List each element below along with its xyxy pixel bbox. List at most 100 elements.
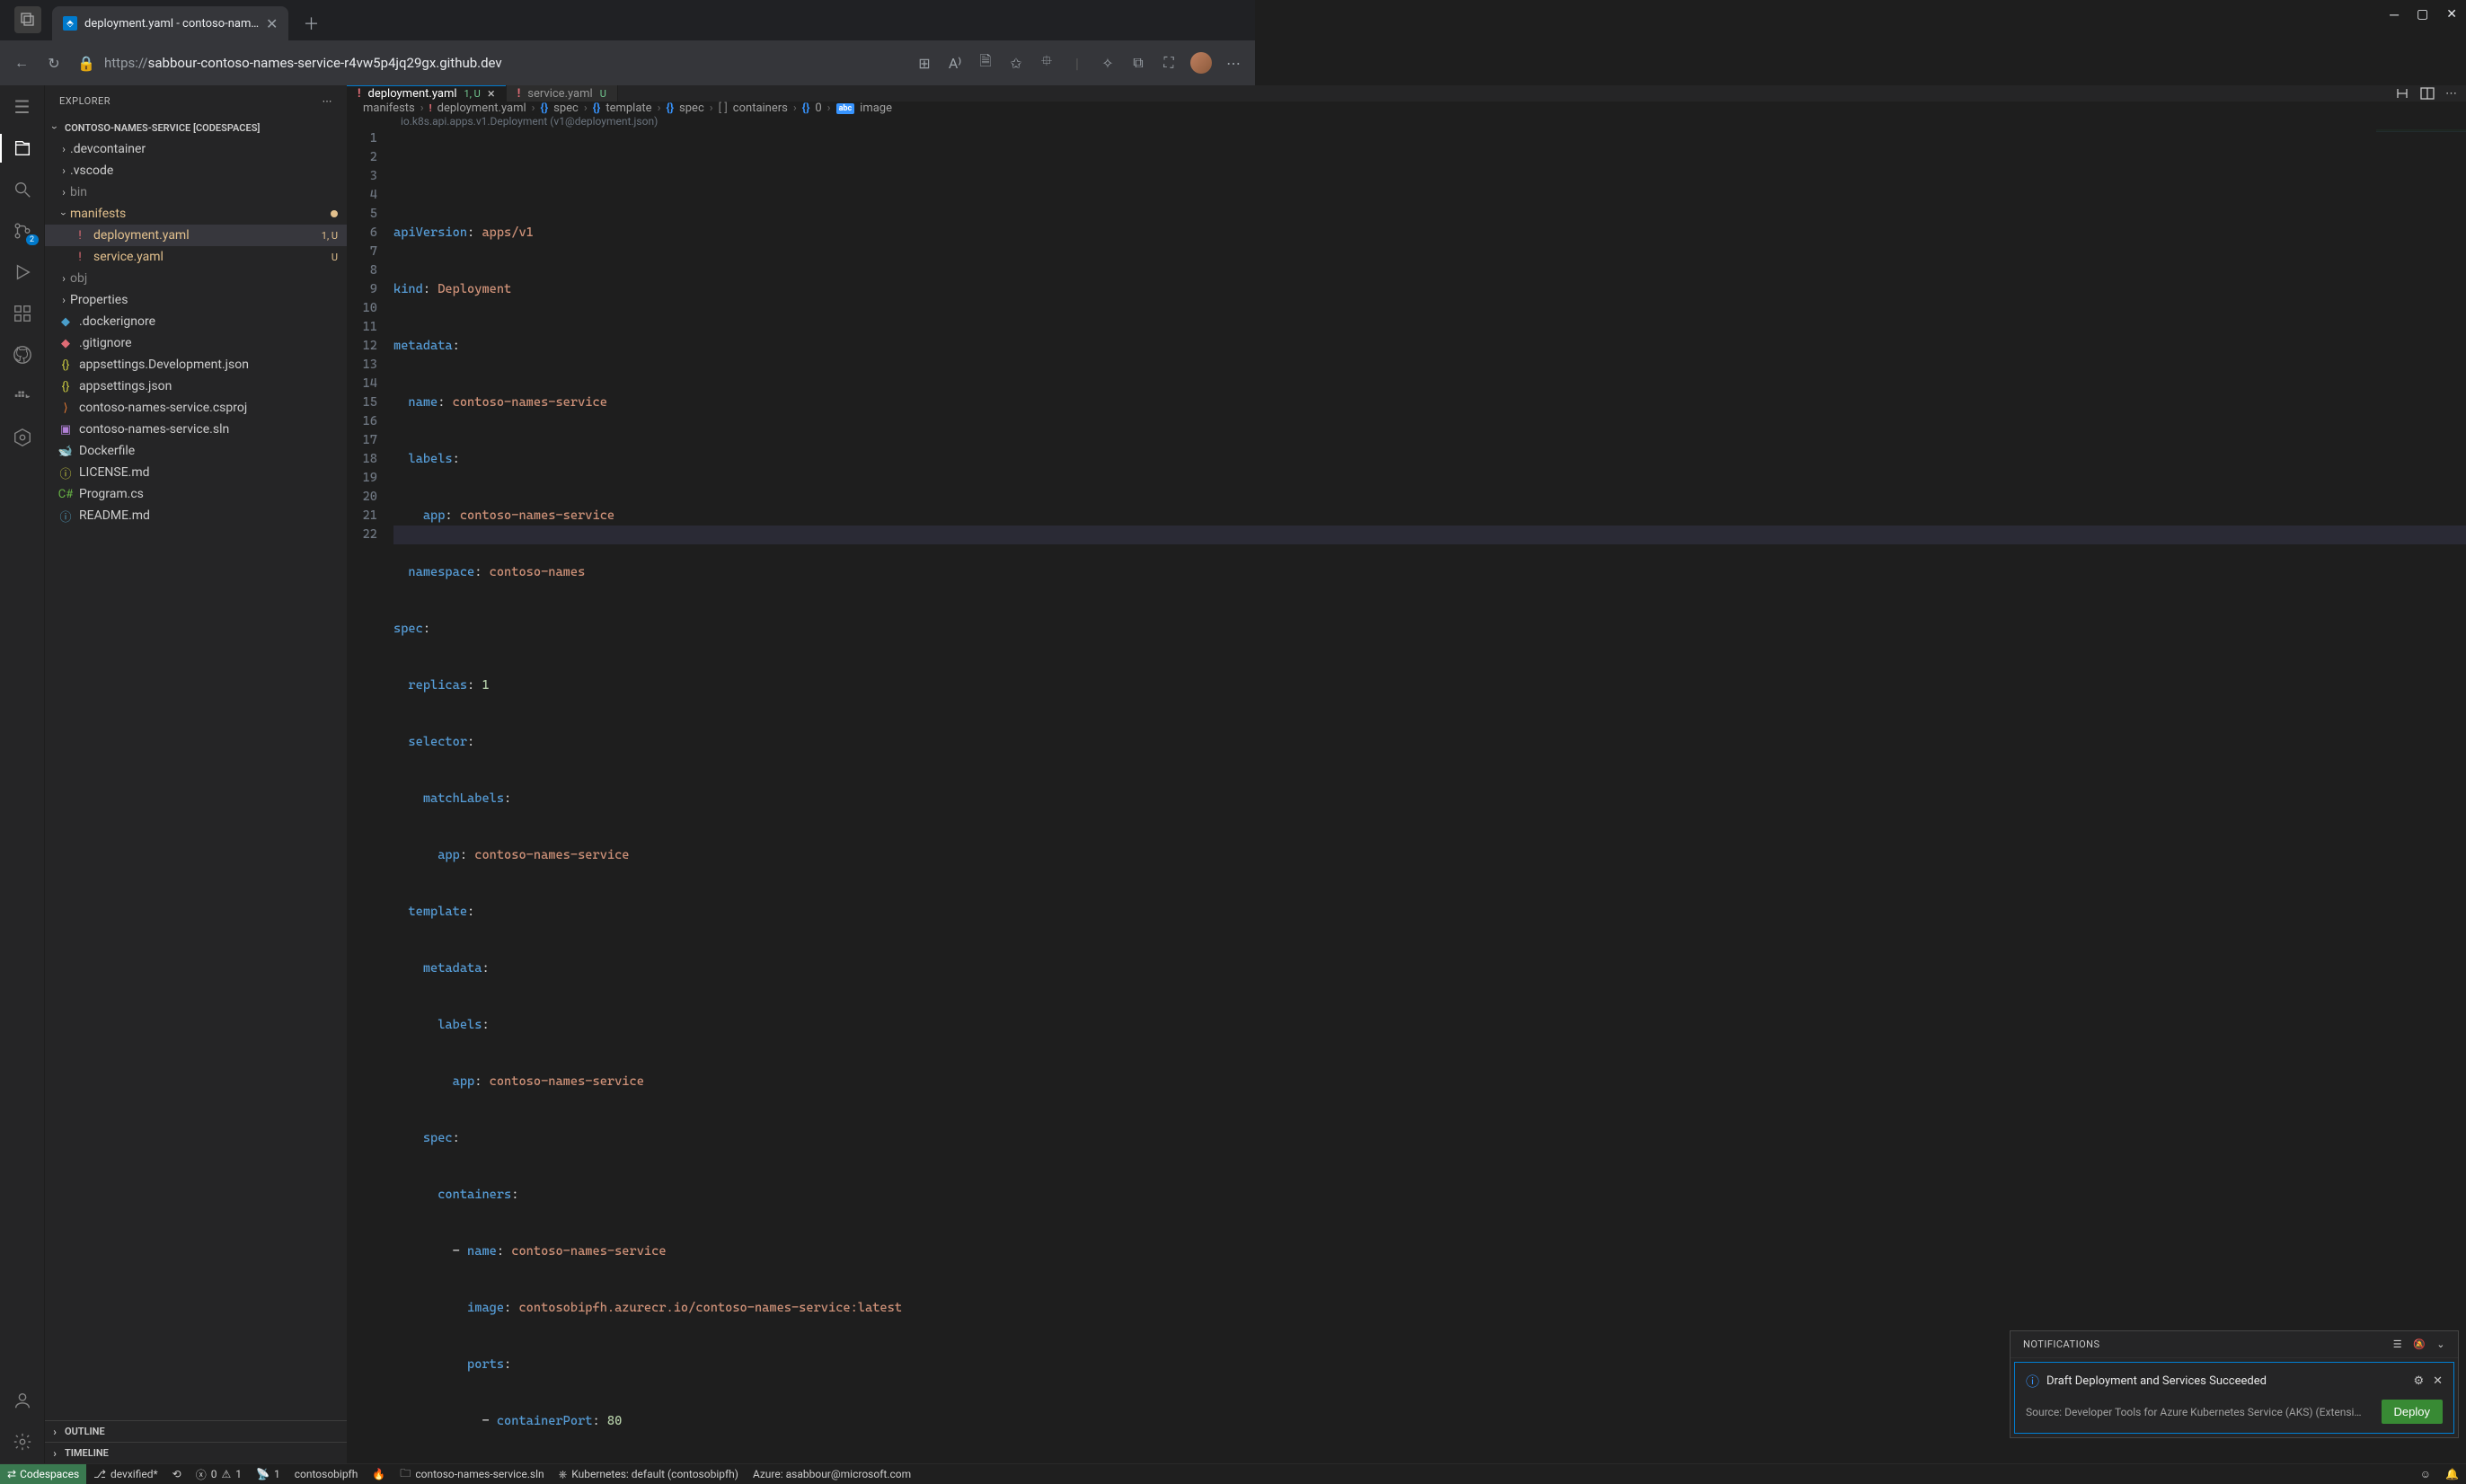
status-feedback-icon[interactable]: ☺: [2413, 1468, 2438, 1480]
notif-mute-icon[interactable]: 🔕: [2413, 1338, 2426, 1350]
favorites-bar-icon[interactable]: ✧: [1099, 55, 1117, 72]
nav-refresh-icon[interactable]: ↻: [45, 55, 63, 72]
modified-dot-icon: [331, 210, 338, 217]
explorer-icon[interactable]: [10, 136, 35, 161]
search-icon[interactable]: [10, 177, 35, 202]
tab-deployment[interactable]: ! deployment.yaml 1, U ×: [347, 85, 507, 102]
window-maximize-icon[interactable]: ▢: [2417, 7, 2428, 22]
docker-icon[interactable]: [10, 384, 35, 409]
status-problems[interactable]: ⓧ0 ⚠1: [189, 1464, 249, 1484]
tab-service[interactable]: ! service.yaml U: [507, 85, 618, 102]
new-tab-button[interactable]: ＋: [297, 10, 324, 37]
puzzle-icon[interactable]: ⯐: [1038, 51, 1056, 75]
menu-icon[interactable]: ☰: [10, 94, 35, 119]
tree-folder-manifests[interactable]: ›manifests: [45, 203, 347, 225]
notifications-title: NOTIFICATIONS: [2023, 1338, 2100, 1350]
browser-tabs-icon[interactable]: [14, 6, 41, 33]
branch-icon: ⎇: [93, 1468, 106, 1480]
yaml-file-icon: !: [358, 87, 361, 101]
tree-file-gitignore[interactable]: ◆.gitignore: [45, 332, 347, 354]
profile-avatar-icon[interactable]: [1190, 52, 1212, 74]
kubernetes-icon[interactable]: [10, 425, 35, 450]
code-content[interactable]: apiVersion: apps/v1 kind: Deployment met…: [393, 129, 2466, 1463]
tree-file-dockerignore[interactable]: ◆.dockerignore: [45, 311, 347, 332]
workspace-section-header[interactable]: › CONTOSO-NAMES-SERVICE [CODESPACES]: [45, 117, 347, 138]
tree-file-sln[interactable]: ▣contoso-names-service.sln: [45, 419, 347, 440]
tree-file-license[interactable]: ⓘLICENSE.md: [45, 462, 347, 483]
yaml-file-icon: !: [72, 229, 88, 243]
tree-file-service[interactable]: !service.yamlU: [45, 246, 347, 268]
status-bell-icon[interactable]: 🔔: [2438, 1468, 2466, 1480]
line-gutter: 12345678910111213141516171819202122: [347, 129, 393, 1463]
flame-icon: 🔥: [372, 1468, 385, 1480]
yaml-file-icon: !: [517, 87, 521, 101]
scm-badge: 2: [26, 234, 39, 245]
folder-icon: 🗀: [400, 1465, 411, 1484]
timeline-section[interactable]: ›TIMELINE: [45, 1442, 347, 1463]
tree-file-appsettings[interactable]: {}appsettings.json: [45, 375, 347, 397]
account-icon[interactable]: [10, 1388, 35, 1413]
url-host: sabbour-contoso-names-service-r4vw5p4jq2…: [148, 55, 502, 71]
notif-list-icon[interactable]: ☰: [2393, 1338, 2402, 1350]
address-bar[interactable]: 🔒 https://sabbour-contoso-names-service-…: [77, 55, 901, 72]
tree-file-readme[interactable]: ⓘREADME.md: [45, 505, 347, 526]
explorer-sidebar: EXPLORER ⋯ › CONTOSO-NAMES-SERVICE [CODE…: [45, 85, 347, 1463]
workspace-name: CONTOSO-NAMES-SERVICE [CODESPACES]: [65, 122, 260, 134]
tree-file-deployment[interactable]: !deployment.yaml1, U: [45, 225, 347, 246]
status-acr[interactable]: contosobipfh: [287, 1464, 366, 1484]
close-icon[interactable]: ✕: [2433, 1374, 2443, 1388]
status-ports[interactable]: 📡1: [249, 1464, 287, 1484]
source-control-icon[interactable]: 2: [10, 218, 35, 243]
breadcrumb[interactable]: manifests› !deployment.yaml› {}spec› {}t…: [347, 102, 2466, 115]
reader-icon[interactable]: 🗎: [977, 51, 994, 75]
tree-file-program[interactable]: C#Program.cs: [45, 483, 347, 505]
tree-file-dockerfile[interactable]: 🐋Dockerfile: [45, 440, 347, 462]
screenshot-icon[interactable]: ⛶: [1160, 54, 1178, 72]
favorite-icon[interactable]: ✩: [1007, 55, 1025, 72]
status-branch[interactable]: ⎇ devxified*: [86, 1464, 165, 1484]
window-minimize-icon[interactable]: ─: [2390, 7, 2399, 22]
nav-back-icon[interactable]: ←: [13, 54, 31, 72]
remote-icon: ⇄: [7, 1468, 16, 1480]
close-tab-icon[interactable]: ✕: [266, 15, 278, 32]
close-tab-icon[interactable]: ×: [488, 85, 495, 102]
settings-gear-icon[interactable]: [10, 1429, 35, 1454]
window-close-icon[interactable]: ✕: [2446, 7, 2457, 22]
tree-folder-devcontainer[interactable]: ›.devcontainer: [45, 138, 347, 160]
tree-file-appsettings-dev[interactable]: {}appsettings.Development.json: [45, 354, 347, 375]
code-editor[interactable]: 12345678910111213141516171819202122 apiV…: [347, 129, 2466, 1463]
compare-changes-icon[interactable]: [2395, 86, 2409, 101]
collections-icon[interactable]: ⧉: [1129, 54, 1147, 72]
antenna-icon: 📡: [256, 1468, 270, 1480]
extensions-addr-icon[interactable]: ⊞: [915, 55, 933, 72]
editor-more-icon[interactable]: ⋯: [2445, 87, 2457, 101]
tree-folder-vscode[interactable]: ›.vscode: [45, 160, 347, 181]
tree-folder-obj[interactable]: ›obj: [45, 268, 347, 289]
url-scheme: https://: [104, 55, 148, 71]
tab-label: service.yaml: [527, 87, 592, 101]
status-kubernetes[interactable]: ⎈Kubernetes: default (contosobipfh): [552, 1464, 746, 1484]
gear-icon[interactable]: ⚙: [2413, 1374, 2424, 1388]
status-azure[interactable]: Azure: asabbour@microsoft.com: [746, 1464, 918, 1484]
status-solution[interactable]: 🗀contoso-names-service.sln: [393, 1464, 551, 1484]
status-sync[interactable]: ⟲: [165, 1464, 189, 1484]
browser-tab[interactable]: ⬘ deployment.yaml - contoso-nam… ✕: [52, 6, 288, 40]
remote-indicator[interactable]: ⇄ Codespaces: [0, 1464, 86, 1484]
vscode-favicon-icon: ⬘: [63, 16, 77, 31]
tree-folder-bin[interactable]: ›bin: [45, 181, 347, 203]
schema-hint[interactable]: io.k8s.api.apps.v1.Deployment (v1@deploy…: [347, 115, 2466, 129]
notification-title: Draft Deployment and Services Succeeded: [2046, 1374, 2267, 1388]
github-icon[interactable]: [10, 342, 35, 367]
explorer-more-icon[interactable]: ⋯: [323, 95, 333, 107]
outline-section[interactable]: ›OUTLINE: [45, 1420, 347, 1442]
run-debug-icon[interactable]: [10, 260, 35, 285]
browser-menu-icon[interactable]: ⋯: [1224, 55, 1242, 72]
sync-icon: ⟲: [172, 1468, 181, 1480]
split-editor-icon[interactable]: [2420, 86, 2435, 101]
read-aloud-icon[interactable]: A⁾: [946, 55, 964, 72]
status-live[interactable]: 🔥: [365, 1464, 393, 1484]
tree-file-csproj[interactable]: ⟩contoso-names-service.csproj: [45, 397, 347, 419]
extensions-icon[interactable]: [10, 301, 35, 326]
tree-folder-properties[interactable]: ›Properties: [45, 289, 347, 311]
chevron-down-icon[interactable]: ⌄: [2436, 1338, 2445, 1350]
